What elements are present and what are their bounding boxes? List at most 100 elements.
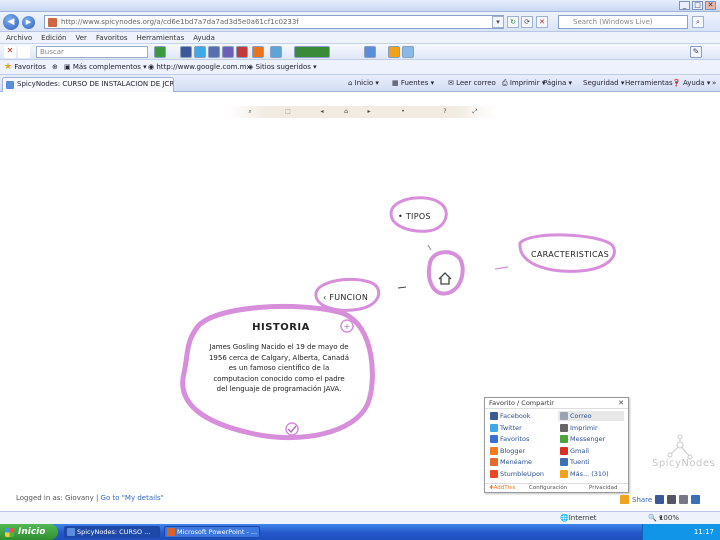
meneame-icon: [490, 458, 498, 466]
blogger-icon: [490, 446, 498, 455]
close-toolbar-icon[interactable]: ✕: [4, 46, 16, 58]
menu-bar: Archivo Edición Ver Favoritos Herramient…: [0, 32, 720, 44]
share-twitter[interactable]: Twitter: [488, 423, 522, 433]
maximize-button[interactable]: □: [692, 1, 703, 10]
address-dropdown-button[interactable]: ▾: [492, 16, 504, 28]
menu-herramientas[interactable]: Herramientas: [137, 32, 185, 43]
addon-toolbar: ✕ Buscar ✎: [0, 44, 720, 60]
url-text: http://www.spicynodes.org/a/cd6e1bd7a7da…: [61, 18, 299, 26]
cmd-fuentes[interactable]: ▦ Fuentes ▾: [392, 75, 434, 92]
task-browser[interactable]: SpicyNodes: CURSO ...: [64, 526, 160, 538]
favorites-button[interactable]: ★ Favoritos: [4, 60, 46, 75]
addon-icon-4[interactable]: [222, 46, 234, 58]
spicynodes-logo-text: SpicyNodes: [652, 458, 716, 469]
print-share-icon[interactable]: [667, 495, 677, 504]
stumbleupon-icon: [490, 469, 498, 478]
login-text: Logged in as: Giovany: [16, 494, 94, 502]
cmd-ayuda[interactable]: ❓ Ayuda ▾: [672, 75, 710, 92]
menu-archivo[interactable]: Archivo: [6, 32, 32, 43]
addon-icon-7[interactable]: [388, 46, 400, 58]
share-meneame[interactable]: Menéame: [488, 457, 532, 467]
addon-icon-3[interactable]: [208, 46, 220, 58]
go-icon[interactable]: ↻: [507, 16, 519, 28]
window-titlebar: _ □ ✕: [0, 0, 720, 12]
task-powerpoint[interactable]: Microsoft PowerPoint - ...: [164, 526, 260, 538]
mail-addon-icon[interactable]: [364, 46, 376, 58]
close-button[interactable]: ✕: [705, 1, 716, 10]
cmd-pagina[interactable]: Página ▾: [543, 75, 572, 92]
configuracion-link[interactable]: Configuración: [529, 484, 567, 493]
cmd-more[interactable]: »: [712, 75, 716, 92]
tab-page-icon: [6, 81, 14, 89]
cmd-imprimir[interactable]: ⎙ Imprimir ▾: [502, 75, 545, 92]
addon-icon-8[interactable]: [402, 46, 414, 58]
tab-bar: SpicyNodes: CURSO DE INSTALACION DE JCRE…: [0, 75, 720, 92]
twitter-icon: [490, 423, 498, 432]
menu-favoritos[interactable]: Favoritos: [96, 32, 128, 43]
forward-button[interactable]: ▶: [22, 16, 35, 29]
cmd-herramientas[interactable]: Herramientas ▾: [625, 75, 678, 92]
start-button[interactable]: Inicio: [0, 524, 58, 540]
share-stumbleupon[interactable]: StumbleUpon: [488, 469, 544, 479]
addon-icon-2[interactable]: [194, 46, 206, 58]
addon-icon-5[interactable]: [236, 46, 248, 58]
stop-icon[interactable]: ✕: [536, 16, 548, 28]
toolbar-search-icon[interactable]: [18, 46, 30, 58]
wrench-icon[interactable]: ✎: [690, 46, 702, 58]
tab-spicynodes[interactable]: SpicyNodes: CURSO DE INSTALACION DE JCRE…: [2, 77, 174, 92]
menu-ayuda[interactable]: Ayuda: [193, 32, 215, 43]
bookmark-share-icon[interactable]: [691, 495, 701, 504]
fav-item-google[interactable]: ◉ http://www.google.com.mx: [148, 60, 251, 75]
node-tipos[interactable]: • TIPOS: [398, 212, 431, 221]
fav-item-complementos[interactable]: ▣ Más complementos ▾: [64, 60, 147, 75]
menu-edicion[interactable]: Edición: [41, 32, 66, 43]
close-icon[interactable]: ✕: [618, 398, 624, 409]
share-gmail[interactable]: Gmail: [558, 446, 589, 456]
share-tuenti[interactable]: Tuenti: [558, 457, 590, 467]
back-button[interactable]: ◀: [3, 14, 19, 30]
cmd-inicio[interactable]: ⌂ Inicio ▾: [348, 75, 379, 92]
share-correo[interactable]: Correo: [558, 411, 624, 421]
clock: 11:17: [693, 528, 714, 536]
addon-icon-1[interactable]: [180, 46, 192, 58]
security-zone: 🌐 Internet: [560, 514, 597, 522]
cmd-seguridad[interactable]: Seguridad ▾: [583, 75, 624, 92]
minimize-button[interactable]: _: [679, 1, 690, 10]
share-popup-footer: ✚ AddThis Configuración Privacidad: [485, 483, 628, 492]
share-link[interactable]: Share: [632, 496, 652, 504]
browser-task-icon: [67, 528, 75, 536]
my-details-link[interactable]: Go to "My details": [101, 494, 164, 502]
share-messenger[interactable]: Messenger: [558, 434, 605, 444]
login-separator: |: [93, 494, 101, 502]
share-facebook[interactable]: Facebook: [488, 411, 531, 421]
toolbar-search-placeholder: Buscar: [40, 48, 64, 56]
node-funcion[interactable]: ‹ FUNCION: [323, 293, 368, 302]
toolbar-search-input[interactable]: Buscar: [36, 46, 148, 58]
star-addon-icon[interactable]: [252, 46, 264, 58]
status-bar: 🌐 Internet 🔍 100% ▾: [0, 511, 720, 524]
favorites-add-icon[interactable]: ⊕: [52, 60, 58, 75]
search-icon[interactable]: ⌕: [692, 16, 704, 28]
favorites-bar: ★ Favoritos ⊕ ▣ Más complementos ▾ ◉ htt…: [0, 60, 720, 75]
address-bar[interactable]: http://www.spicynodes.org/a/cd6e1bd7a7da…: [44, 15, 504, 29]
facebook-share-icon[interactable]: [655, 495, 665, 504]
share-favoritos[interactable]: Favoritos: [488, 434, 529, 444]
privacidad-link[interactable]: Privacidad: [589, 484, 618, 493]
menu-ver[interactable]: Ver: [76, 32, 87, 43]
progress-addon-icon[interactable]: [294, 46, 330, 58]
addon-icon-6[interactable]: [270, 46, 282, 58]
share-mas[interactable]: Más... (310): [558, 469, 609, 479]
share-imprimir[interactable]: Imprimir: [558, 423, 598, 433]
mail-share-icon[interactable]: [679, 495, 689, 504]
addthis-link[interactable]: ✚ AddThis: [489, 484, 516, 493]
star-icon: ★: [4, 62, 13, 72]
zoom-level[interactable]: 🔍 100% ▾: [648, 512, 679, 524]
cmd-leer-correo[interactable]: ✉ Leer correo: [448, 75, 496, 92]
add-icon[interactable]: [154, 46, 166, 58]
search-input[interactable]: Search (Windows Live): [558, 15, 688, 29]
fav-item-sugeridos[interactable]: ◈ Sitios sugeridos ▾: [248, 60, 317, 75]
tuenti-icon: [560, 458, 568, 466]
share-blogger[interactable]: Blogger: [488, 446, 525, 456]
node-caracteristicas[interactable]: CARACTERISTICAS: [531, 250, 609, 259]
refresh-icon[interactable]: ⟳: [521, 16, 533, 28]
